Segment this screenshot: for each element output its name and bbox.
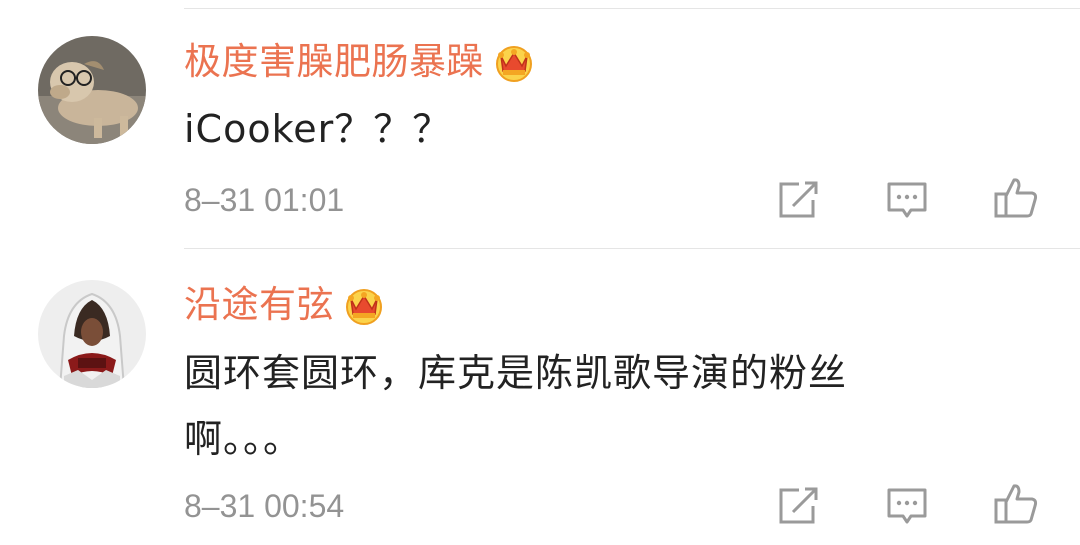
comment-timestamp: 8–31 01:01 — [184, 182, 345, 218]
reply-button[interactable] — [883, 176, 931, 224]
vip-crown-icon — [342, 283, 386, 327]
vip-crown-icon — [492, 40, 536, 84]
comment-text: iCooker？？？ — [184, 107, 452, 151]
repost-button[interactable] — [775, 482, 823, 530]
top-divider — [184, 8, 1080, 9]
comment-timestamp: 8–31 00:54 — [184, 488, 345, 524]
username-row: 沿途有弦 — [184, 280, 386, 330]
repost-button[interactable] — [775, 176, 823, 224]
comment-text: 圆环套圆环，库克是陈凯歌导演的粉丝 啊。。。 — [184, 340, 944, 472]
avatar[interactable] — [38, 36, 146, 144]
like-button[interactable] — [992, 174, 1040, 222]
comment-icon — [887, 182, 927, 218]
username-row: 极度害臊肥肠暴躁 — [184, 37, 536, 87]
username[interactable]: 沿途有弦 — [184, 280, 334, 330]
repost-icon — [779, 487, 818, 524]
like-button[interactable] — [992, 480, 1040, 528]
thumbs-up-icon — [994, 484, 1038, 524]
comment-text-line-1: 圆环套圆环，库克是陈凯歌导演的粉丝 — [184, 351, 848, 395]
thumbs-up-icon — [994, 178, 1038, 218]
comment-text-line-2: 啊。。。 — [184, 417, 303, 461]
comment-icon — [887, 488, 927, 524]
comment-divider — [184, 248, 1080, 249]
username[interactable]: 极度害臊肥肠暴躁 — [184, 37, 484, 87]
repost-icon — [779, 181, 818, 218]
reply-button[interactable] — [883, 482, 931, 530]
avatar[interactable] — [38, 280, 146, 388]
